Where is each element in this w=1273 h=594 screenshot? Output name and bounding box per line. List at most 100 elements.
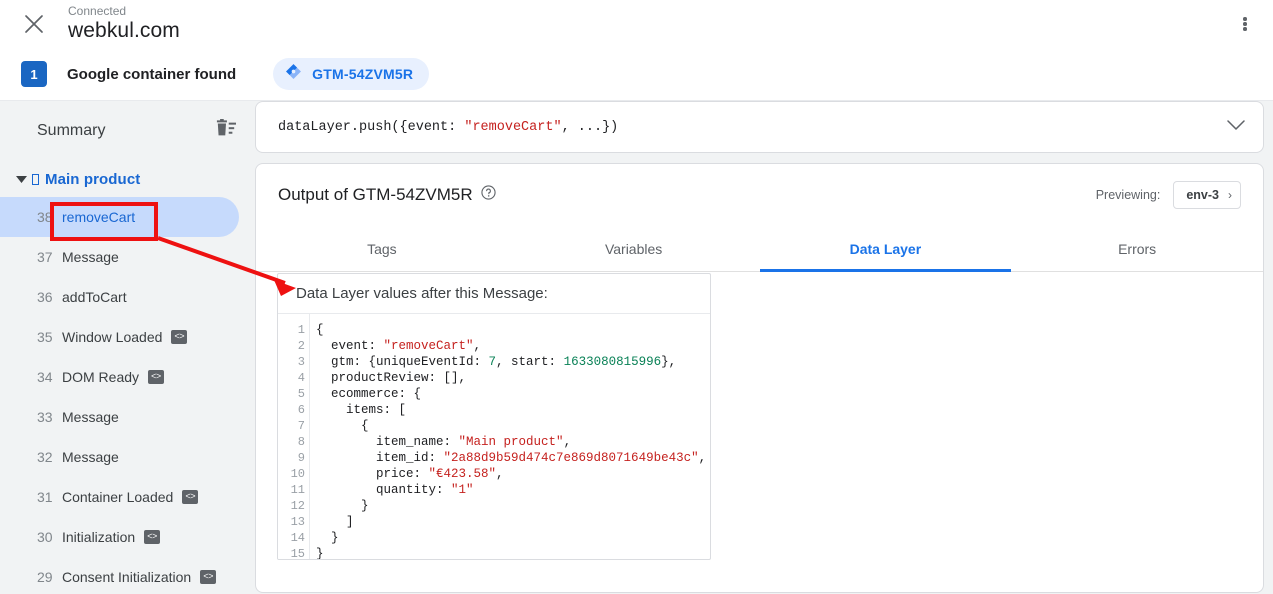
code-line: { bbox=[316, 322, 710, 338]
code-line: ] bbox=[316, 514, 710, 530]
sidebar-item-window-loaded[interactable]: 35 Window Loaded <> bbox=[0, 317, 239, 357]
more-options-button[interactable] bbox=[1225, 0, 1265, 48]
sidebar-item-initialization[interactable]: 30 Initialization <> bbox=[0, 517, 239, 557]
line-number: 13 bbox=[290, 515, 305, 529]
sidebar-item-message[interactable]: 37 Message bbox=[0, 237, 239, 277]
data-layer-panel-header: Data Layer values after this Message: bbox=[278, 274, 710, 314]
line-number: 15 bbox=[290, 547, 305, 560]
event-number: 30 bbox=[37, 529, 53, 545]
help-circle-icon[interactable] bbox=[481, 185, 496, 205]
sidebar-group-main-product[interactable]: Main product bbox=[0, 161, 255, 197]
code-token-plain: ecommerce: { bbox=[316, 387, 422, 401]
tab-variables[interactable]: Variables bbox=[508, 226, 760, 271]
code-content: { event: "removeCart", gtm: {uniqueEvent… bbox=[310, 314, 710, 560]
close-button[interactable] bbox=[10, 0, 58, 48]
tab-errors[interactable]: Errors bbox=[1011, 226, 1263, 271]
event-label: DOM Ready bbox=[62, 369, 140, 385]
code-line: price: "€423.58", bbox=[316, 466, 710, 482]
caret-down-icon[interactable] bbox=[10, 175, 32, 183]
code-token-plain: } bbox=[316, 531, 339, 545]
code-token-plain: quantity: bbox=[316, 483, 452, 497]
code-badge-icon: <> bbox=[148, 370, 164, 384]
environment-chip[interactable]: env-3 › bbox=[1173, 181, 1241, 209]
push-event-string: "removeCart" bbox=[464, 119, 562, 135]
container-found-bar: 1 Google container found GTM-54ZVM5R bbox=[0, 48, 1273, 101]
gtm-preview-window: Connected webkul.com 1 Google container … bbox=[0, 0, 1273, 594]
output-tabs[interactable]: Tags Variables Data Layer Errors bbox=[256, 226, 1263, 272]
event-label: addToCart bbox=[62, 289, 127, 305]
push-suffix: , ...}) bbox=[561, 119, 619, 135]
event-summary-sidebar[interactable]: Summary Main product 38 removeCart 37 Messa… bbox=[0, 101, 255, 594]
code-token-plain: items: [ bbox=[316, 403, 407, 417]
tab-tags[interactable]: Tags bbox=[256, 226, 508, 271]
line-number-gutter: 1 2 3 4 5 6 7 8 9 10 11 12 13 14 15 bbox=[278, 314, 310, 560]
code-token-str: "€423.58" bbox=[428, 467, 497, 481]
code-badge-icon: <> bbox=[171, 330, 188, 344]
event-label: Container Loaded bbox=[62, 489, 174, 505]
code-token-plain: , bbox=[496, 467, 504, 481]
gtm-container-chip[interactable]: GTM-54ZVM5R bbox=[273, 58, 430, 90]
code-badge-icon: <> bbox=[200, 570, 216, 584]
line-number: 2 bbox=[297, 339, 305, 353]
sidebar-item-dom-ready[interactable]: 34 DOM Ready <> bbox=[0, 357, 239, 397]
line-number: 5 bbox=[297, 387, 305, 401]
code-token-plain: price: bbox=[316, 467, 429, 481]
code-token-plain: , start: bbox=[496, 355, 564, 369]
sidebar-item-removecart[interactable]: 38 removeCart bbox=[0, 197, 239, 237]
event-number: 29 bbox=[37, 569, 53, 585]
code-line: quantity: "1" bbox=[316, 482, 710, 498]
code-line: event: "removeCart", bbox=[316, 338, 710, 354]
output-header: Output of GTM-54ZVM5R Previewing: env-3 … bbox=[256, 164, 1263, 226]
data-layer-values-panel: Data Layer values after this Message: 1 2… bbox=[277, 273, 711, 560]
sidebar-header: Summary bbox=[0, 101, 255, 161]
line-number: 4 bbox=[297, 371, 305, 385]
code-token-plain: , bbox=[473, 339, 482, 353]
sidebar-item-addtocart[interactable]: 36 addToCart bbox=[0, 277, 239, 317]
delete-sweep-icon[interactable] bbox=[215, 118, 237, 144]
code-line: } bbox=[316, 530, 710, 546]
code-token-plain: , bbox=[698, 451, 707, 465]
code-token-plain: } bbox=[316, 547, 324, 560]
code-token-plain: }, bbox=[661, 355, 677, 369]
line-number: 3 bbox=[297, 355, 305, 369]
code-token-plain: } bbox=[316, 499, 369, 513]
datalayer-push-card[interactable]: dataLayer.push({event: "removeCart", ...… bbox=[255, 101, 1264, 153]
code-token-str: "Main product" bbox=[458, 435, 564, 449]
code-token-str: "1" bbox=[451, 483, 474, 497]
line-number: 1 bbox=[297, 323, 305, 337]
code-token-plain: item_name: bbox=[316, 435, 459, 449]
code-token-num: 1633080815996 bbox=[563, 355, 662, 369]
connected-domain: webkul.com bbox=[68, 19, 180, 42]
tab-data-layer[interactable]: Data Layer bbox=[759, 226, 1012, 272]
code-token-plain: gtm: {uniqueEventId: bbox=[316, 355, 489, 369]
chevron-down-icon[interactable] bbox=[1227, 118, 1245, 136]
data-layer-code-area[interactable]: 1 2 3 4 5 6 7 8 9 10 11 12 13 14 15 { event: "removeCa… bbox=[278, 314, 710, 560]
top-bar: Connected webkul.com bbox=[0, 0, 1273, 48]
push-prefix: dataLayer.push({event: bbox=[278, 119, 465, 135]
sidebar-item-container-loaded[interactable]: 31 Container Loaded <> bbox=[0, 477, 239, 517]
code-badge-icon: <> bbox=[144, 530, 160, 544]
gtm-logo-icon bbox=[285, 63, 302, 85]
container-count-badge: 1 bbox=[21, 61, 47, 87]
sidebar-item-message[interactable]: 33 Message bbox=[0, 397, 239, 437]
line-number: 7 bbox=[297, 419, 305, 433]
event-label: Message bbox=[62, 249, 119, 265]
connection-info: Connected webkul.com bbox=[68, 4, 180, 44]
code-token-plain: { bbox=[316, 323, 324, 337]
code-token-plain: item_id: bbox=[316, 451, 444, 465]
sidebar-group-label: Main product bbox=[32, 171, 140, 188]
code-token-str: "removeCart" bbox=[383, 339, 474, 353]
code-line: item_id: "2a88d9b59d474c7e869d8071649be4… bbox=[316, 450, 710, 466]
code-token-plain: { bbox=[316, 419, 369, 433]
sidebar-item-consent-initialization[interactable]: 29 Consent Initialization <> bbox=[0, 557, 239, 594]
code-line: item_name: "Main product", bbox=[316, 434, 710, 450]
event-label: Consent Initialization bbox=[62, 569, 192, 585]
line-number: 11 bbox=[290, 483, 305, 497]
event-label: Message bbox=[62, 409, 119, 425]
container-found-label: Google container found bbox=[67, 65, 237, 83]
event-number: 35 bbox=[37, 329, 53, 345]
code-token-str: "2a88d9b59d474c7e869d8071649be43c" bbox=[443, 451, 699, 465]
close-icon bbox=[23, 13, 45, 35]
sidebar-item-message[interactable]: 32 Message bbox=[0, 437, 239, 477]
code-line: { bbox=[316, 418, 710, 434]
